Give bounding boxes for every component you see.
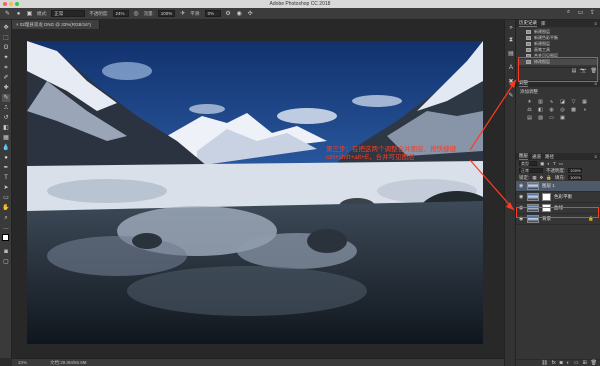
annotation-arrows: [469, 79, 517, 211]
annotation-text: 第三步：在把这两个调整合并图层，按快捷键ctrl+shift+alt+E，合并可…: [326, 146, 456, 161]
